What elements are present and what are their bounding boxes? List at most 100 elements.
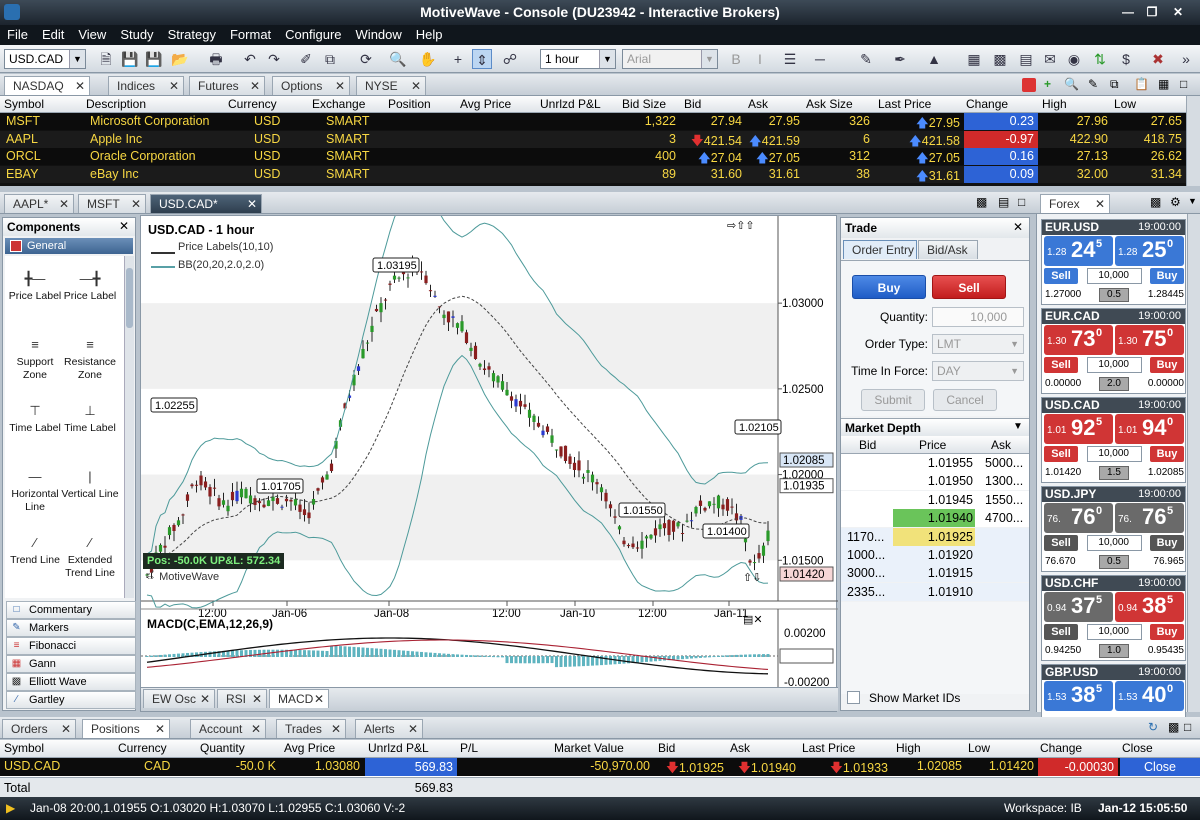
component-trend-line[interactable]: ∕ Trend Line: [5, 532, 65, 567]
close-icon[interactable]: ✕: [408, 720, 418, 738]
tab-indices[interactable]: Indices ✕: [108, 76, 184, 95]
forex-ask-price[interactable]: 1.28 25 0: [1115, 236, 1184, 266]
close-icon[interactable]: ✕: [169, 77, 179, 95]
forex-qty-input[interactable]: 10,000: [1087, 535, 1142, 551]
minimize-icon[interactable]: —: [1118, 3, 1138, 21]
depth-row[interactable]: 1.01950 1300...: [841, 472, 1029, 491]
chart-settings-icon[interactable]: ▦: [964, 49, 984, 69]
order-type-select[interactable]: LMT ▼: [932, 334, 1024, 354]
watchlist-scrollbar[interactable]: [1186, 96, 1200, 186]
category-markers[interactable]: ✎ Markers: [6, 619, 136, 637]
component-horizontal-line[interactable]: — Horizontal Line: [5, 466, 65, 514]
col-avg-price[interactable]: Avg Price: [284, 741, 335, 755]
col-bid[interactable]: Bid: [684, 97, 701, 111]
col-close[interactable]: Close: [1122, 741, 1153, 755]
col-position[interactable]: Position: [388, 97, 431, 111]
line-color-icon[interactable]: ✎: [856, 49, 876, 69]
forex-sell-button[interactable]: Sell: [1044, 535, 1078, 551]
layout-icon[interactable]: ▤: [1016, 49, 1036, 69]
component-support-zone[interactable]: ≡ Support Zone: [5, 334, 65, 382]
tab-forex[interactable]: Forex ✕: [1040, 194, 1110, 213]
cancel-button[interactable]: Cancel: [933, 389, 997, 411]
col-high[interactable]: High: [1042, 97, 1067, 111]
depth-row[interactable]: 1170... 1.01925: [841, 527, 1029, 546]
chart-area[interactable]: 1.03000 1.02500 1.02000 1.01500 12:00 Jan-06 J…: [140, 215, 838, 712]
category-gartley[interactable]: ∕ Gartley: [6, 691, 136, 709]
tab-positions[interactable]: Positions ✕: [82, 719, 170, 738]
close-icon[interactable]: ✕: [200, 690, 210, 708]
forex-bid-price[interactable]: 1.30 73 0: [1044, 325, 1113, 355]
close-icon[interactable]: ✕: [119, 219, 129, 233]
forex-ask-price[interactable]: 1.01 94 0: [1115, 414, 1184, 444]
chevron-right-icon[interactable]: »: [1176, 49, 1196, 69]
forex-bid-price[interactable]: 1.53 38 5: [1044, 681, 1113, 711]
forex-card[interactable]: USD.CHF 19:00:00 0.94 37 5 0.94 38 5 Sell 10,000 B…: [1041, 575, 1186, 661]
components-scrollbar[interactable]: [124, 256, 134, 598]
menu-strategy[interactable]: Strategy: [161, 25, 223, 44]
forex-card[interactable]: USD.CAD 19:00:00 1.01 92 5 1.01 94 0 Sell 10,000 B…: [1041, 397, 1186, 483]
menu-help[interactable]: Help: [409, 25, 450, 44]
col-high[interactable]: High: [896, 741, 921, 755]
forex-ask-price[interactable]: 1.30 75 0: [1115, 325, 1184, 355]
col-bid[interactable]: Bid: [658, 741, 675, 755]
table-row[interactable]: ORCL Oracle Corporation USD SMART 400 🡅27.04 🡅…: [0, 148, 1186, 165]
forex-ask-price[interactable]: 76. 76 5: [1115, 503, 1184, 533]
forex-card[interactable]: EUR.USD 19:00:00 1.28 24 5 1.28 25 0 Sell 10,000 B…: [1041, 219, 1186, 305]
forex-qty-input[interactable]: 10,000: [1087, 268, 1142, 284]
depth-row[interactable]: 1.01940 4700...: [841, 509, 1029, 528]
maximize-icon[interactable]: □: [1184, 720, 1191, 734]
close-icon[interactable]: ✕: [131, 195, 141, 213]
restore-icon[interactable]: ❐: [1142, 3, 1162, 21]
open-folder-icon[interactable]: 📂: [170, 49, 190, 69]
col-last-price[interactable]: Last Price: [802, 741, 855, 755]
maximize-icon[interactable]: □: [1018, 195, 1025, 209]
col-low[interactable]: Low: [968, 741, 990, 755]
col-avg-price[interactable]: Avg Price: [460, 97, 511, 111]
component-price-label-2[interactable]: —╋ Price Label: [60, 268, 120, 303]
grid-icon[interactable]: ▩: [1150, 195, 1161, 209]
forex-qty-input[interactable]: 10,000: [1087, 624, 1142, 640]
sell-button[interactable]: Sell: [932, 275, 1006, 299]
col-change[interactable]: Change: [1040, 741, 1082, 755]
forex-buy-button[interactable]: Buy: [1150, 535, 1184, 551]
undo-icon[interactable]: ↶: [240, 49, 260, 69]
tab-usdcad[interactable]: USD.CAD* ✕: [150, 194, 262, 213]
copy-icon[interactable]: ⧉: [1110, 77, 1119, 92]
edit-icon[interactable]: ✎: [1088, 77, 1098, 91]
forex-buy-button[interactable]: Buy: [1150, 446, 1184, 462]
col-currency[interactable]: Currency: [228, 97, 277, 111]
close-icon[interactable]: ✕: [61, 720, 71, 738]
quantity-input[interactable]: 10,000: [932, 307, 1024, 327]
search-icon[interactable]: 🔍: [1064, 77, 1079, 91]
col-ask-size[interactable]: Ask Size: [806, 97, 853, 111]
forex-scrollbar[interactable]: [1187, 214, 1200, 712]
menu-study[interactable]: Study: [113, 25, 160, 44]
forex-card[interactable]: USD.JPY 19:00:00 76. 76 0 76. 76 5 Sell 10,000 Buy…: [1041, 486, 1186, 572]
tab-trades[interactable]: Trades ✕: [276, 719, 346, 738]
close-icon[interactable]: ✕: [1095, 195, 1105, 213]
print-icon[interactable]: 🖶: [206, 49, 226, 69]
tab-ew-osc[interactable]: EW Osc ✕: [143, 689, 215, 708]
paste-icon[interactable]: 📋: [1134, 77, 1149, 91]
settings-icon[interactable]: ⚙: [1170, 195, 1181, 209]
chart-link-icon[interactable]: ▤: [998, 195, 1009, 209]
col-symbol[interactable]: Symbol: [4, 741, 44, 755]
tab-futures[interactable]: Futures ✕: [189, 76, 265, 95]
add-icon[interactable]: +: [1044, 77, 1051, 91]
close-icon[interactable]: ✕: [411, 77, 421, 95]
save-icon[interactable]: 💾: [120, 49, 140, 69]
tab-macd[interactable]: MACD ✕: [269, 689, 329, 708]
forex-qty-input[interactable]: 10,000: [1087, 446, 1142, 462]
component-resistance-zone[interactable]: ≡ Resistance Zone: [60, 334, 120, 382]
close-icon[interactable]: ✕: [75, 77, 85, 95]
close-icon[interactable]: ✕: [250, 77, 260, 95]
tab-rsi[interactable]: RSI ✕: [217, 689, 267, 708]
draw-icon[interactable]: ✐: [296, 49, 316, 69]
pan-icon[interactable]: ✋: [418, 49, 438, 69]
col-bid-size[interactable]: Bid Size: [622, 97, 666, 111]
col-ask[interactable]: Ask: [748, 97, 768, 111]
depth-row[interactable]: 2335... 1.01910: [841, 582, 1029, 601]
col-low[interactable]: Low: [1114, 97, 1136, 111]
money-icon[interactable]: $: [1116, 49, 1136, 69]
col-description[interactable]: Description: [86, 97, 146, 111]
